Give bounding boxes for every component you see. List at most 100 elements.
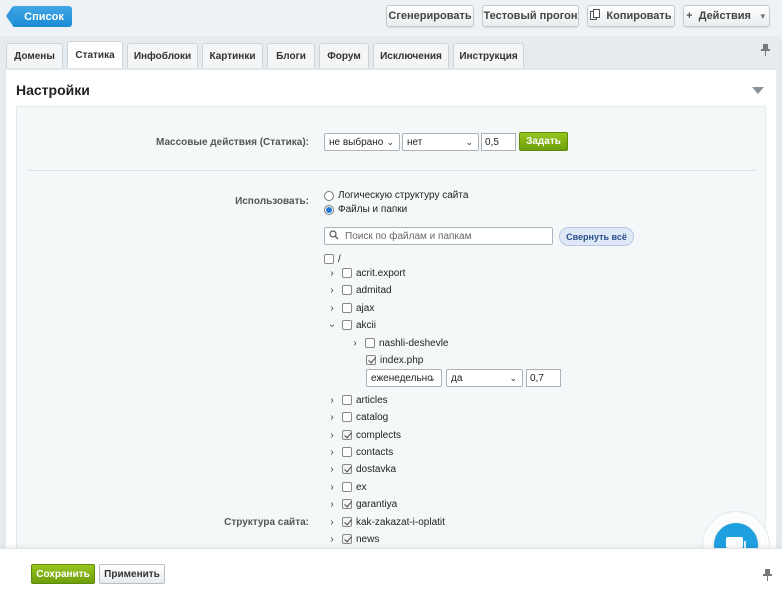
tree-checkbox[interactable] <box>342 482 352 492</box>
search-icon <box>329 229 339 243</box>
chevron-right-icon[interactable]: › <box>326 499 338 510</box>
chevron-right-icon[interactable]: › <box>326 395 338 406</box>
tree-checkbox[interactable] <box>342 285 352 295</box>
tree-item-label: ajax <box>356 302 375 314</box>
tree-row-news[interactable]: › news <box>326 531 379 547</box>
save-button[interactable]: Сохранить <box>31 564 95 584</box>
tree-checkbox[interactable] <box>342 320 352 330</box>
chevron-right-icon[interactable]: › <box>326 447 338 458</box>
radio-files-folders[interactable]: Файлы и папки <box>324 204 407 215</box>
file-search-input[interactable]: Поиск по файлам и папкам <box>324 227 553 245</box>
chevron-right-icon[interactable]: › <box>326 412 338 423</box>
mass-action-select-2[interactable]: нет ⌄ <box>402 133 479 151</box>
tree-row-nashli-deshevle[interactable]: › nashli-deshevle <box>349 335 449 351</box>
tree-row-akcii[interactable]: › akcii <box>326 317 377 333</box>
tree-checkbox-checked[interactable] <box>342 517 352 527</box>
collapse-all-button[interactable]: Свернуть всё <box>559 227 634 246</box>
mass-action-select-1-value: не выбрано <box>329 136 384 148</box>
caret-down-icon: ▼ <box>758 11 767 21</box>
tab-infoblocks[interactable]: Инфоблоки <box>127 43 198 68</box>
tree-checkbox[interactable] <box>342 303 352 313</box>
tree-checkbox[interactable] <box>342 268 352 278</box>
tree-row-contacts[interactable]: › contacts <box>326 444 393 460</box>
test-run-button[interactable]: Тестовый прогон <box>482 5 579 27</box>
frequency-select[interactable]: еженедельно ⌄ <box>366 369 442 387</box>
mass-priority-input[interactable]: 0,5 <box>481 133 516 151</box>
set-button[interactable]: Задать <box>519 132 568 151</box>
form-footer: Сохранить Применить <box>0 548 782 600</box>
chevron-right-icon[interactable]: › <box>326 464 338 475</box>
tree-row-kak-zakazat[interactable]: › kak-zakazat-i-oplatit <box>326 514 445 530</box>
tab-instructions[interactable]: Инструкция <box>453 43 524 68</box>
tree-item-label: catalog <box>356 411 389 423</box>
file-priority-input[interactable]: 0,7 <box>526 369 561 387</box>
tree-row-ex[interactable]: › ex <box>326 479 367 495</box>
chevron-right-icon[interactable]: › <box>326 534 338 545</box>
tree-root-label: / <box>338 253 341 265</box>
tree-row-articles[interactable]: › articles <box>326 392 388 408</box>
tree-checkbox[interactable] <box>365 338 375 348</box>
tab-blogs[interactable]: Блоги <box>267 43 315 68</box>
chevron-down-icon[interactable]: › <box>327 319 338 331</box>
tree-row-dostavka[interactable]: › dostavka <box>326 461 396 477</box>
use-label: Использовать: <box>235 196 309 207</box>
tree-item-label: articles <box>356 394 388 406</box>
settings-panel: Настройки Массовые действия (Статика): н… <box>6 68 776 550</box>
mass-action-select-1[interactable]: не выбрано ⌄ <box>324 133 400 151</box>
radio-logical-structure[interactable]: Логическую структуру сайта <box>324 190 468 201</box>
tab-static[interactable]: Статика <box>67 41 123 68</box>
generate-button[interactable]: Сгенерировать <box>386 5 474 27</box>
test-run-button-label: Тестовый прогон <box>483 10 578 22</box>
panel-title: Настройки <box>16 82 90 98</box>
chevron-right-icon[interactable]: › <box>326 517 338 528</box>
actions-menu-button[interactable]: + Действия ▼ <box>683 5 770 27</box>
chevron-right-icon[interactable]: › <box>349 338 361 349</box>
mass-actions-label: Массовые действия (Статика): <box>156 137 309 148</box>
radio-button-selected[interactable] <box>324 204 334 215</box>
chevron-right-icon[interactable]: › <box>326 268 338 279</box>
tree-item-label: acrit.export <box>356 267 406 279</box>
chevron-right-icon[interactable]: › <box>326 482 338 493</box>
tree-row-acrit-export[interactable]: › acrit.export <box>326 265 405 281</box>
tree-checkbox[interactable] <box>342 412 352 422</box>
tree-checkbox[interactable] <box>324 254 334 264</box>
chevron-right-icon[interactable]: › <box>326 285 338 296</box>
tree-checkbox-checked[interactable] <box>366 355 376 365</box>
tree-row-complects[interactable]: › complects <box>326 427 401 443</box>
tree-checkbox[interactable] <box>342 447 352 457</box>
copy-button[interactable]: Копировать <box>587 5 675 27</box>
chevron-right-icon[interactable]: › <box>326 430 338 441</box>
tree-item-label: garantiya <box>356 498 398 510</box>
pin-icon[interactable] <box>763 569 772 584</box>
tab-images[interactable]: Картинки <box>202 43 263 68</box>
radio-logical-structure-label: Логическую структуру сайта <box>338 190 469 201</box>
tab-domains[interactable]: Домены <box>6 43 63 68</box>
tree-checkbox[interactable] <box>342 395 352 405</box>
tree-row-index-php[interactable]: index.php <box>366 352 423 368</box>
tab-exceptions[interactable]: Исключения <box>373 43 449 68</box>
active-select[interactable]: да ⌄ <box>446 369 523 387</box>
plus-icon: + <box>686 10 693 22</box>
tree-checkbox-checked[interactable] <box>342 499 352 509</box>
chevron-right-icon[interactable]: › <box>326 303 338 314</box>
actions-button-label: Действия <box>698 10 751 22</box>
search-placeholder: Поиск по файлам и папкам <box>345 230 472 242</box>
tree-row-ajax[interactable]: › ajax <box>326 300 374 316</box>
apply-button[interactable]: Применить <box>99 564 165 584</box>
tree-checkbox-checked[interactable] <box>342 464 352 474</box>
divider <box>27 170 757 171</box>
back-to-list-button[interactable]: Список <box>6 6 72 27</box>
tree-item-label: nashli-deshevle <box>379 337 449 349</box>
tree-item-label: akcii <box>356 319 377 331</box>
tree-checkbox-checked[interactable] <box>342 534 352 544</box>
pin-icon[interactable] <box>761 44 770 59</box>
tree-row-catalog[interactable]: › catalog <box>326 409 388 425</box>
tree-checkbox-checked[interactable] <box>342 430 352 440</box>
radio-button[interactable] <box>324 190 334 201</box>
tree-row-admitad[interactable]: › admitad <box>326 282 391 298</box>
tree-item-label: complects <box>356 429 402 441</box>
tab-forum[interactable]: Форум <box>319 43 369 68</box>
tree-row-garantiya[interactable]: › garantiya <box>326 496 397 512</box>
collapse-arrow-icon[interactable] <box>752 87 764 94</box>
tree-item-label: ex <box>356 481 367 493</box>
